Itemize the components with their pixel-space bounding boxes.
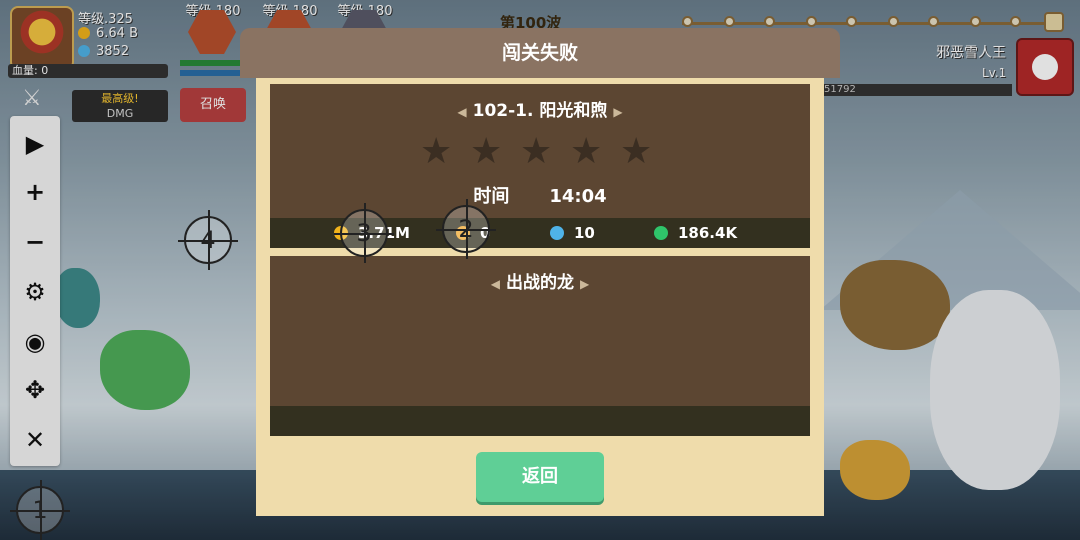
dragons-footer-strip — [270, 406, 810, 436]
chevron-left-icon: ◀ — [490, 277, 500, 291]
star-icon: ★ — [620, 131, 653, 172]
time-label: 时间 — [473, 186, 510, 207]
dragons-title: ◀ 出战的龙 ▶ — [270, 268, 810, 293]
gem-icon — [550, 226, 564, 240]
star-rating: ★ ★ ★ ★ ★ — [420, 132, 660, 172]
reward-elixir-value: 186.4K — [678, 224, 738, 242]
reward-gems-value: 10 — [574, 224, 595, 242]
marker-number: 3 — [356, 219, 372, 247]
time-row: 时间 14:04 — [270, 182, 810, 208]
target-marker-4[interactable]: 4 — [178, 210, 238, 270]
back-button[interactable]: 返回 — [476, 452, 604, 502]
marker-number: 4 — [200, 226, 216, 254]
dialog-title: 闯关失败 — [240, 28, 840, 78]
chevron-right-icon: ▶ — [613, 105, 623, 119]
chevron-right-icon: ▶ — [580, 277, 590, 291]
star-icon: ★ — [570, 131, 603, 172]
reward-gems: 10 — [550, 218, 595, 248]
level-title: ◀ 102-1. 阳光和煦 ▶ — [270, 96, 810, 121]
deployed-dragons-panel: ◀ 出战的龙 ▶ — [270, 256, 810, 436]
level-name: 102-1. 阳光和煦 — [472, 101, 608, 121]
chevron-left-icon: ◀ — [457, 105, 467, 119]
elixir-potion-icon — [654, 226, 668, 240]
dragons-title-text: 出战的龙 — [506, 273, 574, 293]
target-marker-2[interactable]: 2 — [436, 199, 496, 259]
time-value: 14:04 — [549, 186, 607, 207]
target-marker-1[interactable]: 1 — [10, 480, 70, 540]
star-icon: ★ — [470, 131, 503, 172]
reward-elixir: 186.4K — [654, 218, 737, 248]
star-icon: ★ — [520, 131, 553, 172]
marker-number: 1 — [32, 496, 48, 524]
stage-failed-dialog: 闯关失败 ◀ 102-1. 阳光和煦 ▶ ★ ★ ★ ★ ★ 时间 14:04 3.7… — [240, 28, 840, 516]
dialog-body: ◀ 102-1. 阳光和煦 ▶ ★ ★ ★ ★ ★ 时间 14:04 3.71M 0 … — [256, 78, 824, 516]
target-marker-3[interactable]: 3 — [334, 203, 394, 263]
star-icon: ★ — [420, 131, 453, 172]
marker-number: 2 — [458, 215, 474, 243]
